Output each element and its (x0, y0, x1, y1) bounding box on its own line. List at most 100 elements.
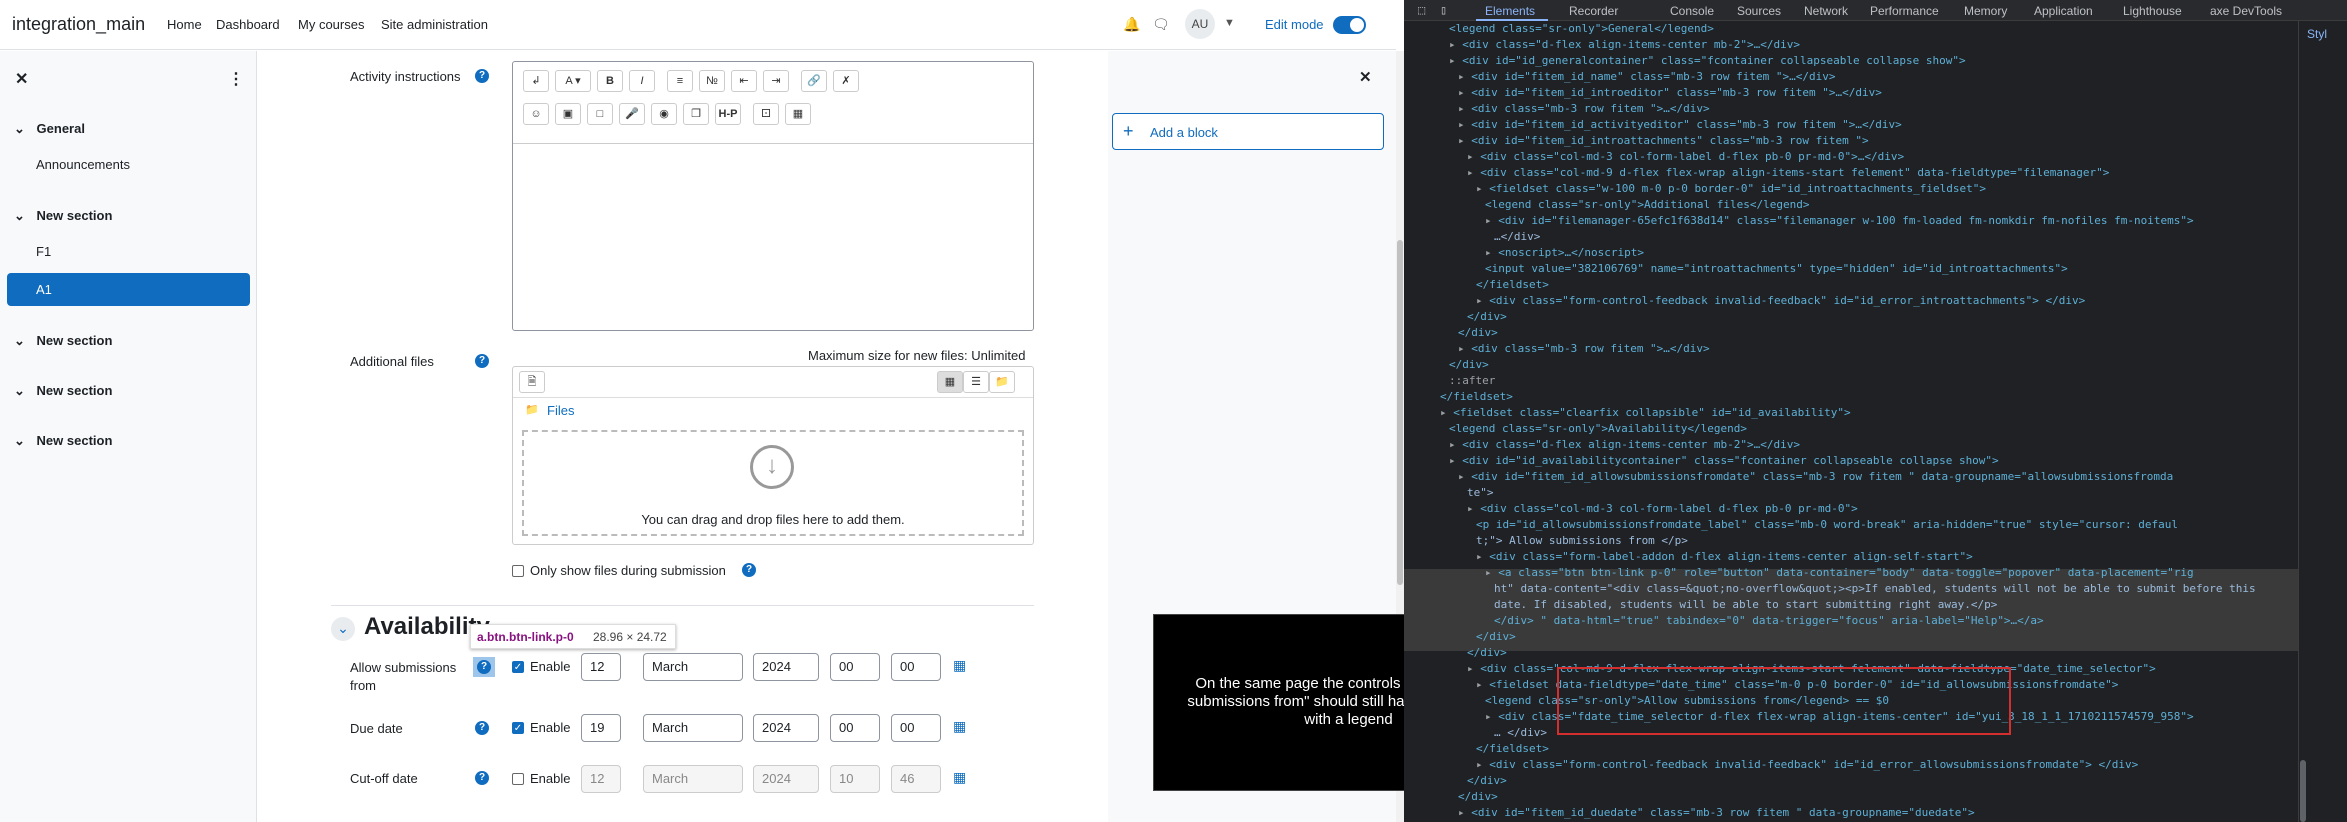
notifications-bell-icon[interactable]: 🔔 (1123, 16, 1140, 33)
dom-node-line[interactable]: t;"> Allow submissions from </p> (1404, 533, 2298, 549)
expand-arrow-icon[interactable]: ▸ (1458, 806, 1471, 819)
chevron-down-icon[interactable]: ▼ (1224, 17, 1235, 29)
inspect-element-icon[interactable]: ⬚ (1418, 3, 1425, 17)
list-view-icon[interactable]: ☰ (963, 371, 989, 393)
dom-node-line[interactable]: ▸ <div id="fitem_id_introeditor" class="… (1404, 85, 2298, 101)
dom-node-line[interactable]: ▸ <div class="form-label-addon d-flex al… (1404, 549, 2298, 565)
expand-arrow-icon[interactable]: ▸ (1449, 438, 1462, 451)
device-toolbar-icon[interactable]: ▯ (1440, 3, 1447, 17)
expand-arrow-icon[interactable]: ▸ (1458, 102, 1471, 115)
dom-node-line[interactable]: ▸ <div class="mb-3 row fitem ">…</div> (1404, 101, 2298, 117)
dom-node-line[interactable]: ▸ <div id="id_generalcontainer" class="f… (1404, 53, 2298, 69)
dom-node-line[interactable]: ▸ <fieldset class="w-100 m-0 p-0 border-… (1404, 181, 2298, 197)
drawer-section-general[interactable]: ⌄ General (14, 121, 85, 137)
tab-elements[interactable]: Elements (1485, 4, 1535, 18)
undo-icon[interactable]: ↲ (523, 70, 549, 92)
expand-arrow-icon[interactable]: ▸ (1458, 470, 1471, 483)
minute-select[interactable]: 00 (891, 653, 941, 681)
minute-select[interactable]: 46 (891, 765, 941, 793)
accessibility-checker-icon[interactable]: ⚀ (753, 103, 779, 125)
help-icon[interactable]: ? (475, 69, 489, 83)
activity-instructions-editor[interactable]: ↲ A ▾ B I ≡ № ⇤ ⇥ 🔗 ✗ ☺ ▣ □ 🎤 ◉ ❐ H-P ⚀ … (512, 61, 1034, 331)
file-drop-zone[interactable]: ↓ You can drag and drop files here to ad… (522, 430, 1024, 536)
drawer-section-new-3[interactable]: ⌄ New section (14, 383, 112, 399)
dom-node-line[interactable]: ▸ <noscript>…</noscript> (1404, 245, 2298, 261)
expand-arrow-icon[interactable]: ▸ (1449, 38, 1462, 51)
drawer-item-f1[interactable]: F1 (36, 244, 51, 259)
tab-sources[interactable]: Sources (1737, 4, 1781, 18)
dom-node-line[interactable]: </div> (1404, 773, 2298, 789)
expand-arrow-icon[interactable]: ▸ (1449, 54, 1462, 67)
only-show-files-checkbox[interactable] (512, 565, 524, 577)
dom-node-line[interactable]: <legend class="sr-only">Additional files… (1404, 197, 2298, 213)
dom-node-line[interactable]: ▸ <div class="form-control-feedback inva… (1404, 757, 2298, 773)
drawer-item-announcements[interactable]: Announcements (36, 157, 130, 172)
nav-my-courses[interactable]: My courses (298, 17, 364, 32)
expand-arrow-icon[interactable]: ▸ (1458, 86, 1471, 99)
tab-console[interactable]: Console (1670, 4, 1714, 18)
bold-icon[interactable]: B (597, 70, 623, 92)
help-icon[interactable]: ? (477, 660, 491, 674)
dom-node-line[interactable]: ▸ <div id="fitem_id_introattachments" cl… (1404, 133, 2298, 149)
hour-select[interactable]: 00 (830, 714, 880, 742)
tab-axe-devtools[interactable]: axe DevTools (2210, 4, 2282, 18)
collapse-chevron-icon[interactable]: ⌄ (331, 617, 355, 641)
table-icon[interactable]: ▦ (785, 103, 811, 125)
dom-node-line[interactable]: ▸ <div id="fitem_id_name" class="mb-3 ro… (1404, 69, 2298, 85)
help-icon[interactable]: ? (475, 721, 489, 735)
dom-scrollbar-thumb[interactable] (2300, 760, 2306, 822)
expand-arrow-icon[interactable]: ▸ (1485, 214, 1498, 227)
dom-node-line[interactable]: ▸ <div id="id_availabilitycontainer" cla… (1404, 453, 2298, 469)
expand-arrow-icon[interactable]: ▸ (1467, 662, 1480, 675)
add-file-icon[interactable]: 🗎 (519, 371, 545, 393)
tab-recorder[interactable]: Recorder (1569, 4, 1618, 18)
expand-arrow-icon[interactable]: ▸ (1476, 758, 1489, 771)
expand-arrow-icon[interactable]: ▸ (1458, 134, 1471, 147)
dom-node-line[interactable]: ▸ <div class="d-flex align-items-center … (1404, 437, 2298, 453)
dom-node-line[interactable]: …</div> (1404, 229, 2298, 245)
italic-icon[interactable]: I (629, 70, 655, 92)
tab-memory[interactable]: Memory (1964, 4, 2007, 18)
numbered-list-icon[interactable]: № (699, 70, 725, 92)
help-icon[interactable]: ? (475, 354, 489, 368)
outdent-icon[interactable]: ⇤ (731, 70, 757, 92)
dom-node-line[interactable]: <legend class="sr-only">General</legend> (1404, 21, 2298, 37)
hour-select[interactable]: 10 (830, 765, 880, 793)
day-select[interactable]: 12 (581, 653, 621, 681)
expand-arrow-icon[interactable]: ▸ (1458, 70, 1471, 83)
styles-tab[interactable]: Styl (2307, 27, 2327, 41)
dom-node-line[interactable]: ▸ <div class="col-md-3 col-form-label d-… (1404, 149, 2298, 165)
dom-node-line[interactable]: </div> (1404, 357, 2298, 373)
edit-mode-toggle[interactable] (1333, 16, 1366, 34)
dom-node-line[interactable]: ▸ <div class="mb-3 row fitem ">…</div> (1404, 341, 2298, 357)
expand-arrow-icon[interactable]: ▸ (1458, 118, 1471, 131)
nav-home[interactable]: Home (167, 17, 202, 32)
dom-node-line[interactable]: ▸ <div class="col-md-9 d-flex flex-wrap … (1404, 165, 2298, 181)
user-avatar[interactable]: AU (1185, 9, 1215, 39)
microphone-icon[interactable]: 🎤 (619, 103, 645, 125)
dom-node-line[interactable]: <input value="382106769" name="introatta… (1404, 261, 2298, 277)
media-icon[interactable]: □ (587, 103, 613, 125)
tab-lighthouse[interactable]: Lighthouse (2123, 4, 2182, 18)
unlink-icon[interactable]: ✗ (833, 70, 859, 92)
dom-node-line[interactable]: </div> " data-html="true" tabindex="0" d… (1404, 613, 2298, 629)
scrollbar-thumb[interactable] (1397, 240, 1403, 585)
year-select[interactable]: 2024 (753, 653, 819, 681)
expand-arrow-icon[interactable]: ▸ (1440, 406, 1453, 419)
dom-node-line[interactable]: </div> (1404, 325, 2298, 341)
dom-node-line[interactable]: ht" data-content="<div class=&quot;no-ov… (1404, 581, 2298, 597)
site-brand[interactable]: integration_main (12, 14, 145, 35)
bullet-list-icon[interactable]: ≡ (667, 70, 693, 92)
tab-performance[interactable]: Performance (1870, 4, 1939, 18)
manage-files-icon[interactable]: ❐ (683, 103, 709, 125)
dom-node-line[interactable]: ::after (1404, 373, 2298, 389)
emoji-icon[interactable]: ☺ (523, 103, 549, 125)
expand-arrow-icon[interactable]: ▸ (1485, 246, 1498, 259)
dom-node-line[interactable]: </fieldset> (1404, 277, 2298, 293)
calendar-icon[interactable]: ▦ (953, 718, 966, 735)
tab-network[interactable]: Network (1804, 4, 1848, 18)
dom-node-line[interactable]: ▸ <div class="col-md-3 col-form-label d-… (1404, 501, 2298, 517)
calendar-icon[interactable]: ▦ (953, 657, 966, 674)
more-options-icon[interactable]: ⋮ (228, 69, 244, 89)
dom-node-line[interactable]: ▸ <div class="d-flex align-items-center … (1404, 37, 2298, 53)
